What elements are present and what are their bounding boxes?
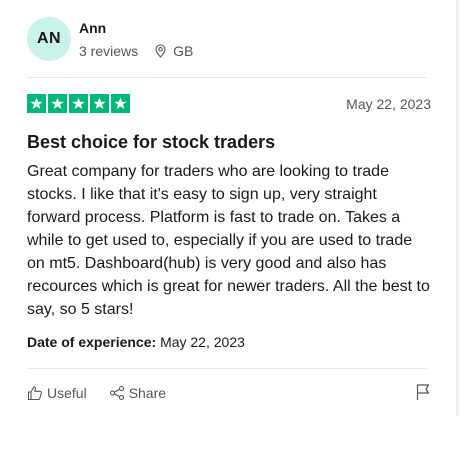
star-icon [90, 94, 109, 113]
star-icon [111, 94, 130, 113]
flag-icon [416, 384, 430, 400]
share-icon [109, 385, 124, 401]
reviewer-location: GB [154, 43, 193, 59]
experience-label: Date of experience: [27, 334, 157, 350]
thumbs-up-icon [27, 386, 42, 401]
star-icon [27, 94, 46, 113]
share-label: Share [128, 385, 167, 401]
location-pin-icon [155, 44, 166, 58]
country-code: GB [173, 43, 194, 59]
header-divider [27, 77, 427, 78]
report-flag-button[interactable] [415, 383, 431, 406]
useful-label: Useful [47, 385, 87, 401]
reviewer-header: AN Ann 3 reviews GB [27, 16, 427, 62]
card-edge [456, 0, 459, 416]
reviewer-meta: Ann 3 reviews GB [79, 19, 193, 59]
experience-date: May 22, 2023 [160, 334, 245, 350]
review-title[interactable]: Best choice for stock traders [27, 131, 275, 153]
review-card: AN Ann 3 reviews GB May 22, 2023 Best ch… [11, 0, 459, 416]
date-of-experience: Date of experience: May 22, 2023 [27, 334, 245, 350]
useful-button[interactable]: Useful [27, 385, 87, 401]
footer-divider [27, 368, 427, 369]
share-button[interactable]: Share [109, 385, 166, 401]
review-body: Great company for traders who are lookin… [27, 163, 430, 318]
star-rating [27, 94, 132, 113]
star-icon [48, 94, 67, 113]
review-actions: Useful Share [27, 382, 431, 404]
avatar[interactable]: AN [27, 17, 71, 61]
reviewer-name[interactable]: Ann [79, 19, 193, 37]
review-date: May 22, 2023 [346, 96, 431, 112]
reviewer-sub: 3 reviews GB [79, 43, 193, 59]
review-count: 3 reviews [79, 43, 139, 59]
star-icon [69, 94, 88, 113]
